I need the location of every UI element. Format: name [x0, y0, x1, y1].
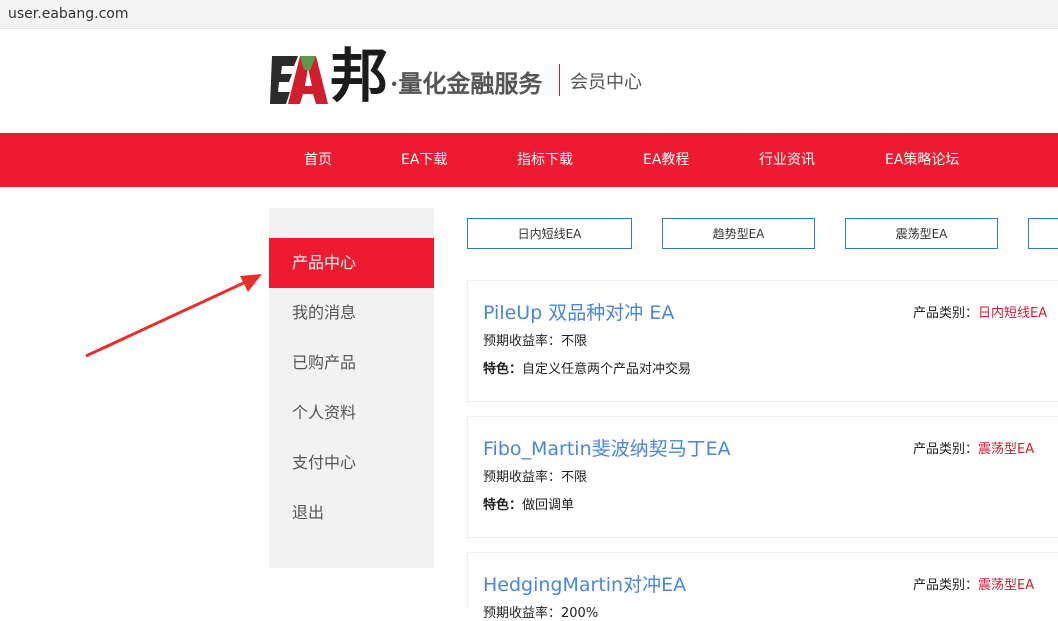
yield-value: 不限 — [561, 470, 588, 485]
yield-label: 预期收益率： — [483, 470, 562, 485]
product-card: Fibo_Martin斐波纳契马丁EA 预期收益率：不限 特色：做回调单 产品类… — [467, 416, 1058, 538]
category-label: 产品类别： — [913, 306, 979, 321]
nav-industry-news[interactable]: 行业资讯 — [759, 133, 815, 187]
filter-more[interactable] — [1028, 218, 1058, 249]
sidebar-item-payment[interactable]: 支付中心 — [269, 438, 434, 488]
product-title-link[interactable]: Fibo_Martin斐波纳契马丁EA — [483, 434, 731, 461]
yield-value: 200% — [561, 606, 599, 621]
sidebar-item-profile[interactable]: 个人资料 — [269, 388, 434, 438]
logo-char: 邦 — [330, 42, 389, 110]
product-yield: 预期收益率：200% — [483, 602, 598, 621]
sidebar-item-label: 已购产品 — [292, 353, 357, 372]
product-category: 产品类别：震荡型EA — [913, 438, 1034, 457]
yield-label: 预期收益率： — [483, 334, 562, 349]
logo-divider — [559, 64, 560, 96]
nav-home[interactable]: 首页 — [304, 133, 332, 187]
ea-logo-icon — [270, 52, 328, 108]
logo-slogan: ·量化金融服务 — [390, 69, 543, 98]
product-category: 产品类别：震荡型EA — [913, 574, 1034, 593]
yield-label: 预期收益率： — [483, 606, 562, 621]
url-text: user.eabang.com — [8, 6, 129, 22]
product-yield: 预期收益率：不限 — [483, 330, 587, 349]
category-label: 产品类别： — [913, 442, 979, 457]
annotation-arrow-icon — [85, 274, 262, 358]
sidebar-item-label: 产品中心 — [292, 253, 357, 272]
feature-label: 特色： — [483, 498, 523, 513]
nav-ea-forum[interactable]: EA策略论坛 — [885, 133, 959, 187]
product-title-link[interactable]: PileUp 双品种对冲 EA — [483, 298, 674, 325]
feature-value: 自定义任意两个产品对冲交易 — [522, 362, 692, 377]
product-feature: 特色：自定义任意两个产品对冲交易 — [483, 358, 691, 377]
sidebar-item-label: 支付中心 — [292, 453, 357, 472]
product-yield: 预期收益率：不限 — [483, 466, 587, 485]
nav-indicator-download[interactable]: 指标下载 — [517, 133, 573, 187]
browser-address-bar[interactable]: user.eabang.com — [0, 0, 1058, 29]
filter-trend-ea[interactable]: 趋势型EA — [662, 218, 815, 249]
main-nav: 首页 EA下载 指标下载 EA教程 行业资讯 EA策略论坛 — [0, 133, 1058, 187]
yield-value: 不限 — [561, 334, 588, 349]
product-card: HedgingMartin对冲EA 预期收益率：200% 产品类别：震荡型EA — [467, 552, 1058, 621]
member-center-title: 会员中心 — [570, 72, 642, 93]
filter-intraday-ea[interactable]: 日内短线EA — [467, 218, 632, 249]
sidebar-item-purchased[interactable]: 已购产品 — [269, 338, 434, 388]
sidebar-item-label: 退出 — [292, 503, 325, 522]
category-value[interactable]: 震荡型EA — [978, 578, 1034, 593]
filter-range-ea[interactable]: 震荡型EA — [845, 218, 998, 249]
product-feature: 特色：做回调单 — [483, 494, 574, 513]
category-value[interactable]: 震荡型EA — [978, 442, 1034, 457]
product-title-link[interactable]: HedgingMartin对冲EA — [483, 570, 686, 597]
sidebar-item-logout[interactable]: 退出 — [269, 488, 434, 538]
feature-value: 做回调单 — [522, 498, 575, 513]
category-value[interactable]: 日内短线EA — [978, 306, 1047, 321]
product-card: PileUp 双品种对冲 EA 预期收益率：不限 特色：自定义任意两个产品对冲交… — [467, 280, 1058, 402]
nav-ea-tutorial[interactable]: EA教程 — [643, 133, 689, 187]
nav-ea-download[interactable]: EA下载 — [401, 133, 447, 187]
member-sidebar: 产品中心 我的消息 已购产品 个人资料 支付中心 退出 — [269, 208, 434, 568]
sidebar-item-product-center[interactable]: 产品中心 — [269, 238, 434, 288]
sidebar-item-label: 个人资料 — [292, 403, 357, 422]
sidebar-item-messages[interactable]: 我的消息 — [269, 288, 434, 338]
sidebar-item-label: 我的消息 — [292, 303, 357, 322]
product-category: 产品类别：日内短线EA — [913, 302, 1047, 321]
category-label: 产品类别： — [913, 578, 979, 593]
feature-label: 特色： — [483, 362, 523, 377]
